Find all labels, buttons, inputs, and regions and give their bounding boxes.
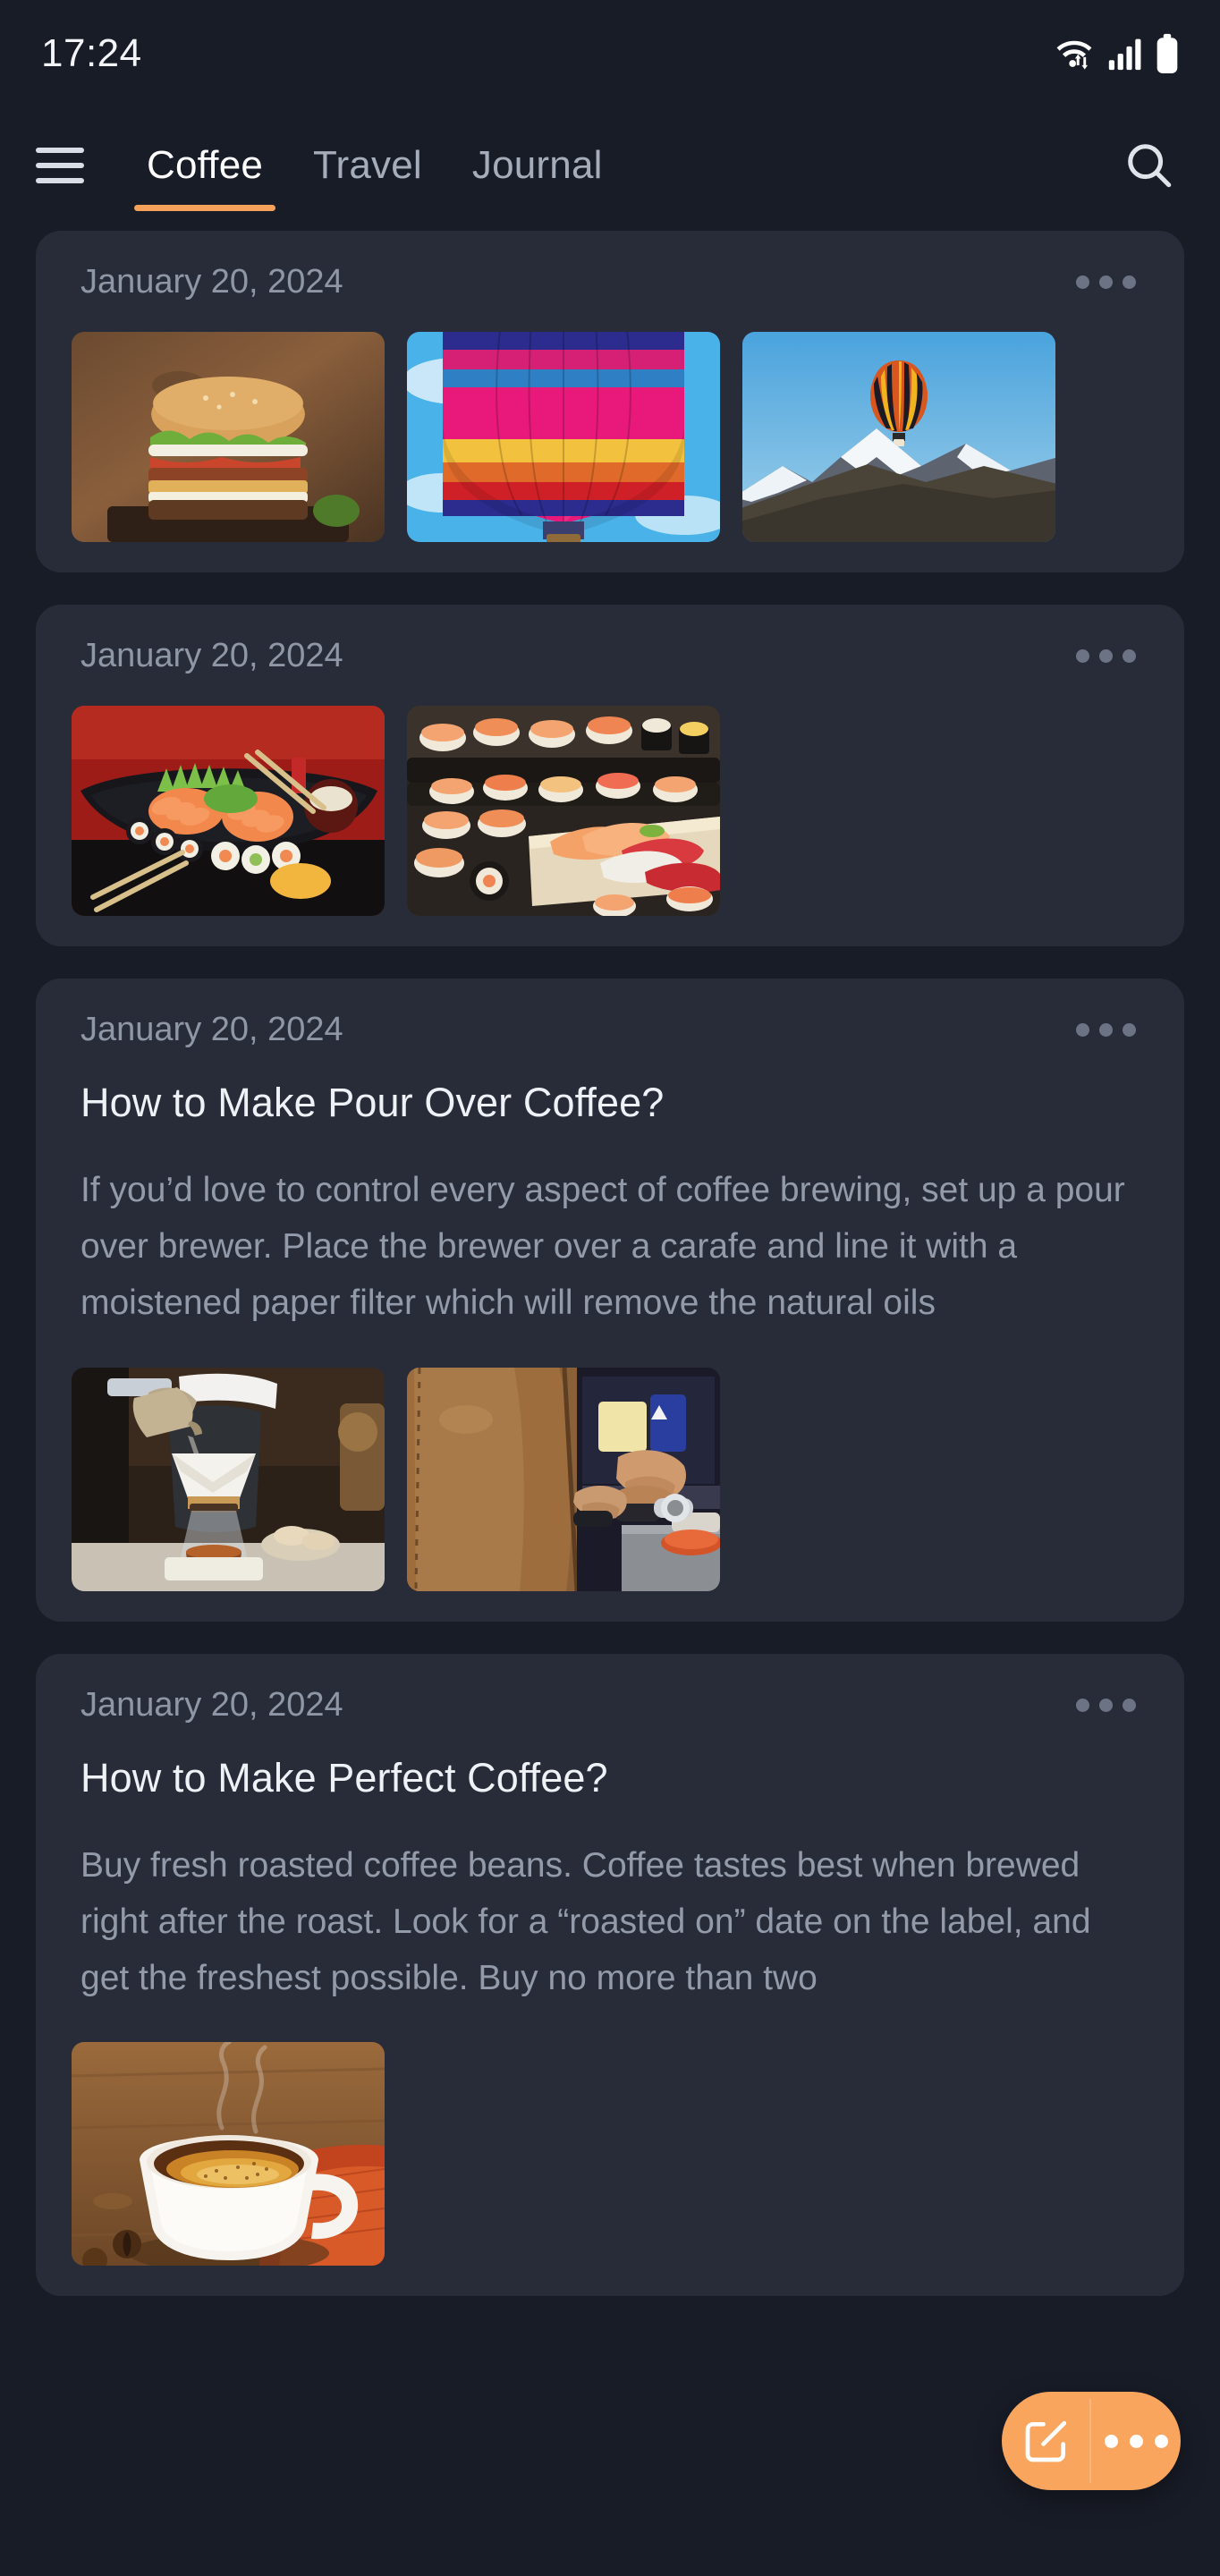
- battery-icon: [1156, 33, 1178, 73]
- card-title: How to Make Pour Over Coffee?: [80, 1080, 665, 1125]
- card-date: January 20, 2024: [80, 263, 343, 301]
- tab-coffee[interactable]: Coffee: [134, 107, 276, 224]
- compose-edit-icon: [1025, 2420, 1067, 2462]
- card-more-options-icon[interactable]: [1071, 1686, 1141, 1724]
- card-thumbnails: [61, 2042, 1159, 2267]
- thumbnail-hot-air-balloon-over-mountain-photo[interactable]: [742, 332, 1055, 542]
- tab-travel[interactable]: Travel: [301, 107, 435, 224]
- card-body-text: Buy fresh roasted coffee beans. Coffee t…: [80, 1845, 1091, 1997]
- card-date: January 20, 2024: [80, 1685, 343, 1724]
- status-bar: 17:24: [0, 0, 1220, 107]
- card-thumbnails: [61, 706, 1159, 916]
- tab-journal[interactable]: Journal: [460, 107, 615, 224]
- more-options-icon: [1104, 2434, 1168, 2448]
- thumbnail-hot-air-balloon-closeup-photo[interactable]: [407, 332, 720, 542]
- status-time: 17:24: [41, 31, 142, 75]
- tab-coffee-label: Coffee: [147, 143, 264, 187]
- top-navigation-bar: Coffee Travel Journal: [0, 107, 1220, 224]
- thumbnail-sushi-sashimi-boat-photo[interactable]: [72, 706, 385, 916]
- card-more-options-icon[interactable]: [1071, 1011, 1141, 1049]
- thumbnail-sushi-platter-photo[interactable]: [407, 706, 720, 916]
- tab-travel-label: Travel: [313, 143, 422, 187]
- feed-card[interactable]: January 20, 2024 How to Make Perfect Cof…: [36, 1653, 1184, 2297]
- card-header: January 20, 2024: [61, 1686, 1159, 1724]
- feed-card[interactable]: January 20, 2024: [36, 605, 1184, 946]
- thumbnail-pour-over-brewing-photo[interactable]: [72, 1367, 385, 1591]
- floating-action-button: [1002, 2392, 1181, 2490]
- hamburger-menu-icon[interactable]: [32, 140, 88, 191]
- tab-journal-label: Journal: [471, 143, 603, 187]
- card-more-options-icon[interactable]: [1071, 263, 1141, 301]
- card-header: January 20, 2024: [61, 1011, 1159, 1049]
- card-thumbnails: [61, 332, 1159, 542]
- card-title: How to Make Perfect Coffee?: [80, 1754, 608, 1801]
- wifi-icon: [1056, 40, 1092, 70]
- entry-feed: January 20, 2024 January 20, 2024 Januar…: [0, 224, 1220, 2297]
- thumbnail-coffee-cup-photo[interactable]: [72, 2042, 385, 2267]
- cellular-signal-icon: [1108, 38, 1141, 71]
- tab-bar: Coffee Travel Journal: [134, 107, 1118, 224]
- search-button[interactable]: [1118, 134, 1181, 197]
- card-header: January 20, 2024: [61, 263, 1159, 301]
- thumbnail-burger-photo[interactable]: [72, 332, 385, 542]
- fab-more-options-button[interactable]: [1091, 2392, 1181, 2490]
- status-icons: [1054, 33, 1179, 74]
- feed-card[interactable]: January 20, 2024: [36, 231, 1184, 572]
- card-date: January 20, 2024: [80, 1011, 343, 1048]
- card-header: January 20, 2024: [61, 637, 1159, 675]
- compose-button[interactable]: [1002, 2392, 1091, 2490]
- app-screen: 17:24 Coffee Travel Journal January 20, …: [0, 0, 1220, 2576]
- card-date: January 20, 2024: [80, 637, 343, 674]
- card-thumbnails: [61, 1367, 1159, 1591]
- card-body-text: If you’d love to control every aspect of…: [80, 1171, 1125, 1323]
- feed-card[interactable]: January 20, 2024 How to Make Pour Over C…: [36, 979, 1184, 1622]
- card-more-options-icon[interactable]: [1071, 637, 1141, 675]
- search-icon: [1128, 144, 1172, 188]
- thumbnail-barista-tamping-photo[interactable]: [407, 1367, 720, 1591]
